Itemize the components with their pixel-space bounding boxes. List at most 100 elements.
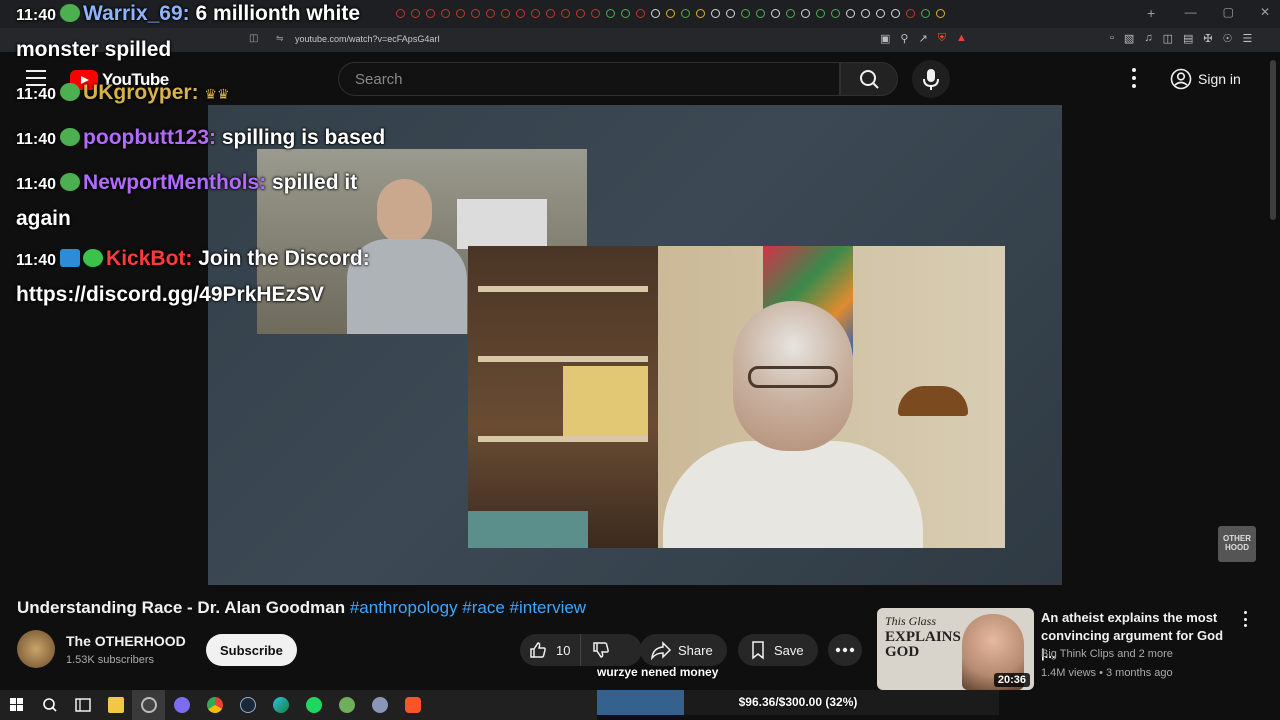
windows-taskbar bbox=[0, 690, 597, 720]
video-frame-interviewee bbox=[468, 246, 1005, 548]
channel-watermark[interactable]: OTHER HOOD bbox=[1218, 526, 1256, 562]
app-icon[interactable] bbox=[363, 690, 396, 720]
screenshot-icon[interactable]: ▣ bbox=[880, 32, 890, 45]
more-horizontal-icon bbox=[835, 647, 855, 653]
bookshelf bbox=[468, 246, 658, 548]
taskbar-search-icon[interactable] bbox=[33, 690, 66, 720]
chrome-icon[interactable] bbox=[198, 690, 231, 720]
minimize-button[interactable]: — bbox=[1185, 5, 1197, 19]
account-icon bbox=[1170, 68, 1192, 90]
donation-goal-bar: $96.36/$300.00 (32%) bbox=[597, 690, 999, 715]
dislike-button[interactable] bbox=[581, 640, 621, 660]
channel-avatar[interactable] bbox=[17, 630, 55, 668]
chair-cushion bbox=[468, 511, 588, 548]
subscriber-count: 1.53K subscribers bbox=[66, 654, 155, 666]
brave-shields-icon[interactable]: ⛨ bbox=[938, 32, 946, 45]
hammer-badge-icon bbox=[60, 249, 81, 267]
chat-text: 6 millionth white bbox=[195, 2, 361, 25]
donation-goal-text: $96.36/$300.00 (32%) bbox=[738, 695, 858, 709]
chat-text: monster spilled bbox=[16, 38, 172, 61]
sign-in-button[interactable]: Sign in bbox=[1160, 62, 1253, 96]
music-icon[interactable]: ♫ bbox=[1144, 32, 1152, 45]
glasses bbox=[748, 366, 838, 388]
thumbs-down-icon bbox=[593, 642, 610, 658]
windows-start-icon[interactable] bbox=[0, 690, 33, 720]
frog-emote-icon bbox=[60, 4, 81, 22]
obs-icon[interactable] bbox=[132, 690, 165, 720]
share-icon bbox=[651, 641, 672, 660]
chat-username: KickBot: bbox=[106, 247, 193, 270]
chat-text: Join the Discord: bbox=[198, 247, 370, 270]
chat-message: 11:40 UKgroyper: ♛♛ bbox=[16, 81, 230, 104]
file-explorer-icon[interactable] bbox=[99, 690, 132, 720]
chat-text: spilled it bbox=[272, 171, 358, 194]
chat-text: again bbox=[16, 207, 71, 230]
task-view-icon[interactable] bbox=[66, 690, 99, 720]
address-bar-actions: ▣ ⚲ ↗ ⛨ ▲ bbox=[880, 32, 967, 45]
vpn-icon[interactable]: ☉ bbox=[1223, 32, 1233, 45]
recommended-channel[interactable]: Big Think Clips and 2 more bbox=[1041, 648, 1173, 660]
crown-emote-icon: ♛♛ bbox=[204, 86, 230, 102]
settings-menu-icon[interactable] bbox=[1126, 68, 1142, 88]
video-duration: 20:36 bbox=[993, 673, 1030, 687]
chat-message: 11:40 KickBot: Join the Discord: https://… bbox=[16, 247, 370, 306]
frog-emote-icon bbox=[60, 83, 81, 101]
extension-icon[interactable]: ▧ bbox=[1124, 32, 1134, 45]
puzzle-icon[interactable]: ✠ bbox=[1203, 32, 1212, 45]
video-hashtags[interactable]: #anthropology #race #interview bbox=[350, 598, 586, 617]
thumbnail-text: This Glass bbox=[885, 614, 937, 628]
video-title: Understanding Race - Dr. Alan Goodman #a… bbox=[17, 598, 587, 617]
chat-message: 11:40 Warrix_69: 6 millionth white monste… bbox=[16, 2, 361, 61]
frog-emote-icon bbox=[60, 128, 81, 146]
sign-in-label: Sign in bbox=[1198, 71, 1241, 87]
recommended-meta: 1.4M views • 3 months ago bbox=[1041, 667, 1173, 679]
brave-rewards-icon[interactable]: ▲ bbox=[956, 32, 967, 45]
recommended-menu-icon[interactable] bbox=[1240, 611, 1250, 627]
chat-message: 11:40 NewportMenthols: spilled it again bbox=[16, 171, 358, 230]
extension-icon[interactable]: ▫ bbox=[1110, 32, 1114, 45]
zoom-icon[interactable]: ⚲ bbox=[900, 32, 908, 45]
chat-link[interactable]: https://discord.gg/49PrkHEzSV bbox=[16, 283, 324, 306]
scrollbar-thumb[interactable] bbox=[1270, 60, 1276, 220]
share-button[interactable]: Share bbox=[640, 634, 727, 666]
edge-icon[interactable] bbox=[264, 690, 297, 720]
bookmark-save-icon bbox=[752, 641, 764, 660]
brave-browser-icon[interactable] bbox=[396, 690, 429, 720]
recommended-thumbnail[interactable]: This Glass EXPLAINS GOD 20:36 bbox=[877, 608, 1034, 690]
share-label: Share bbox=[678, 642, 713, 658]
more-actions-button[interactable] bbox=[828, 634, 862, 666]
verified-badge-icon bbox=[83, 249, 104, 267]
chat-username: Warrix_69: bbox=[83, 2, 190, 25]
wallet-icon[interactable]: ▤ bbox=[1183, 32, 1193, 45]
search-icon bbox=[860, 70, 879, 89]
microphone-icon bbox=[923, 69, 939, 90]
window-controls: — ▢ ✕ bbox=[1185, 5, 1270, 19]
browser-tabs[interactable] bbox=[396, 9, 945, 19]
chat-message: 11:40 poopbutt123: spilling is based bbox=[16, 126, 386, 149]
voice-search-button[interactable] bbox=[912, 60, 950, 98]
chat-text: spilling is based bbox=[221, 126, 386, 149]
toolbar-extensions: ▫ ▧ ♫ ◫ ▤ ✠ ☉ ☰ bbox=[1110, 32, 1252, 45]
search-button[interactable] bbox=[840, 62, 898, 96]
like-dislike-group: 10 bbox=[520, 634, 642, 666]
sidebar-icon[interactable]: ◫ bbox=[1163, 32, 1173, 45]
browser-menu-icon[interactable]: ☰ bbox=[1242, 32, 1252, 45]
steam-icon[interactable] bbox=[231, 690, 264, 720]
channel-name[interactable]: The OTHERHOOD bbox=[66, 633, 186, 649]
app-icon[interactable] bbox=[330, 690, 363, 720]
close-window-button[interactable]: ✕ bbox=[1260, 5, 1270, 19]
frog-emote-icon bbox=[60, 173, 81, 191]
interviewee-figure bbox=[663, 301, 923, 548]
discord-icon[interactable] bbox=[165, 690, 198, 720]
share-page-icon[interactable]: ↗ bbox=[918, 32, 927, 45]
chat-username: UKgroyper: bbox=[83, 81, 199, 104]
save-button[interactable]: Save bbox=[738, 634, 818, 666]
new-tab-button[interactable]: + bbox=[1147, 5, 1155, 21]
chat-username: NewportMenthols: bbox=[83, 171, 267, 194]
tts-message: wurzye nened money bbox=[597, 665, 719, 679]
save-label: Save bbox=[774, 642, 804, 658]
maximize-button[interactable]: ▢ bbox=[1223, 5, 1234, 19]
subscribe-button[interactable]: Subscribe bbox=[206, 634, 297, 666]
like-button[interactable]: 10 bbox=[520, 634, 582, 666]
spotify-icon[interactable] bbox=[297, 690, 330, 720]
